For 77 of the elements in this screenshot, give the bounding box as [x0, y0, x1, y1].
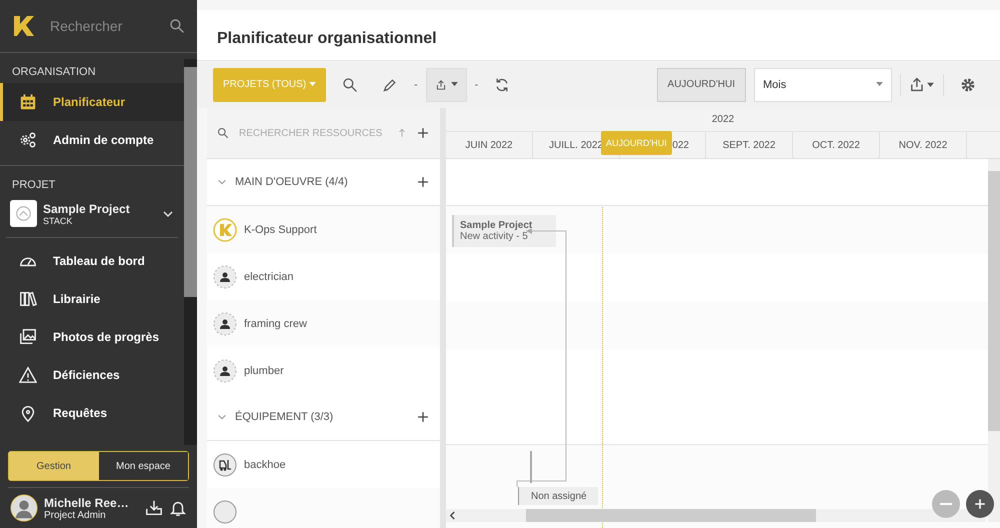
- search-icon: [217, 127, 229, 139]
- nav-item[interactable]: Tableau de bord: [0, 242, 184, 280]
- bell-icon[interactable]: [169, 499, 187, 517]
- today-button[interactable]: AUJOURD'HUI: [656, 68, 746, 102]
- nav-item[interactable]: Librairie: [0, 280, 184, 318]
- mode-tab[interactable]: Gestion: [9, 452, 98, 480]
- nav-item[interactable]: Photos de progrès: [0, 318, 184, 356]
- plus-icon: [972, 496, 988, 512]
- share-menu-icon[interactable]: [909, 76, 935, 93]
- photos-icon: [19, 328, 37, 346]
- resource-search-field[interactable]: RECHERCHER RESSOURCES: [237, 126, 388, 140]
- section-heading: ORGANISATION: [11, 65, 97, 80]
- horizontal-scrollbar[interactable]: [446, 509, 986, 522]
- vertical-scrollbar[interactable]: [988, 159, 1000, 522]
- person-icon: [213, 264, 237, 288]
- year-label: 2022: [446, 108, 1000, 131]
- settings-icon[interactable]: [960, 76, 976, 92]
- group-title: ÉQUIPEMENT (3/3): [235, 411, 334, 423]
- add-icon[interactable]: [416, 175, 430, 189]
- chevron-left-icon[interactable]: [449, 511, 456, 520]
- month-header: OCT. 2022: [793, 132, 880, 158]
- chevron-icon[interactable]: [217, 412, 227, 422]
- unassigned-bar[interactable]: Non assigné: [518, 487, 598, 505]
- company-logo-icon: [213, 218, 237, 242]
- share-icon: [434, 78, 447, 90]
- caret-icon: [450, 82, 458, 87]
- resource-name: plumber: [244, 364, 284, 376]
- user-role: Project Admin: [44, 510, 107, 520]
- project-name: Sample Project: [43, 202, 131, 216]
- minus-icon: [940, 503, 952, 505]
- warning-icon: [19, 366, 37, 384]
- month-header: NOV. 2022: [880, 132, 967, 158]
- user-avatar-icon[interactable]: [10, 494, 38, 522]
- person-icon: [213, 312, 237, 336]
- download-tray-icon[interactable]: [145, 499, 163, 517]
- month-header: SEPT. 2022: [706, 132, 793, 158]
- nav-item[interactable]: Déficiences: [0, 356, 184, 394]
- add-icon[interactable]: [416, 126, 430, 140]
- nav-item[interactable]: Admin de compte: [0, 121, 184, 159]
- chevron-icon[interactable]: [217, 177, 227, 187]
- add-icon[interactable]: [416, 410, 430, 424]
- calendar-icon: [19, 93, 37, 111]
- user-name: Michelle Ree…: [44, 496, 130, 510]
- view-select[interactable]: Mois: [754, 68, 892, 102]
- month-header: JUIN 2022: [446, 132, 533, 158]
- avatar-icon: [213, 500, 237, 524]
- activity-bar[interactable]: Sample Project New activity - 5: [452, 215, 556, 247]
- location-pin-icon: [19, 404, 37, 422]
- page-title: Planificateur organisationnel: [197, 10, 1000, 60]
- refresh-icon[interactable]: [494, 76, 510, 92]
- person-icon: [213, 358, 237, 382]
- today-marker-label: AUJOURD'HUI: [601, 131, 672, 155]
- resource-name: framing crew: [244, 318, 307, 330]
- resource-name: electrician: [244, 270, 294, 282]
- nav-item[interactable]: Planificateur: [0, 83, 184, 121]
- separator-dash: -: [474, 78, 478, 90]
- search-icon[interactable]: [169, 18, 185, 34]
- pen-icon[interactable]: [382, 76, 398, 92]
- separator-dash: -: [414, 78, 418, 90]
- resource-name: K-Ops Support: [244, 224, 317, 236]
- project-subtitle: STACK: [43, 216, 74, 226]
- caret-icon: [308, 82, 316, 87]
- resource-name: backhoe: [244, 458, 286, 470]
- scrollbar[interactable]: [184, 59, 197, 445]
- section-heading: PROJET: [11, 178, 56, 193]
- books-icon: [19, 290, 37, 308]
- activity-marker: [530, 451, 532, 483]
- group-title: MAIN D'OEUVRE (4/4): [235, 176, 349, 188]
- project-thumbnail-icon: [10, 200, 37, 227]
- forklift-icon: [213, 452, 237, 476]
- gears-icon: [19, 131, 37, 149]
- search-icon[interactable]: [342, 76, 358, 92]
- nav-item[interactable]: Requêtes: [0, 394, 184, 432]
- logo-icon: [12, 14, 36, 38]
- caret-icon: [876, 82, 883, 87]
- share-dropdown[interactable]: [426, 68, 467, 102]
- search-field[interactable]: Rechercher: [48, 17, 157, 35]
